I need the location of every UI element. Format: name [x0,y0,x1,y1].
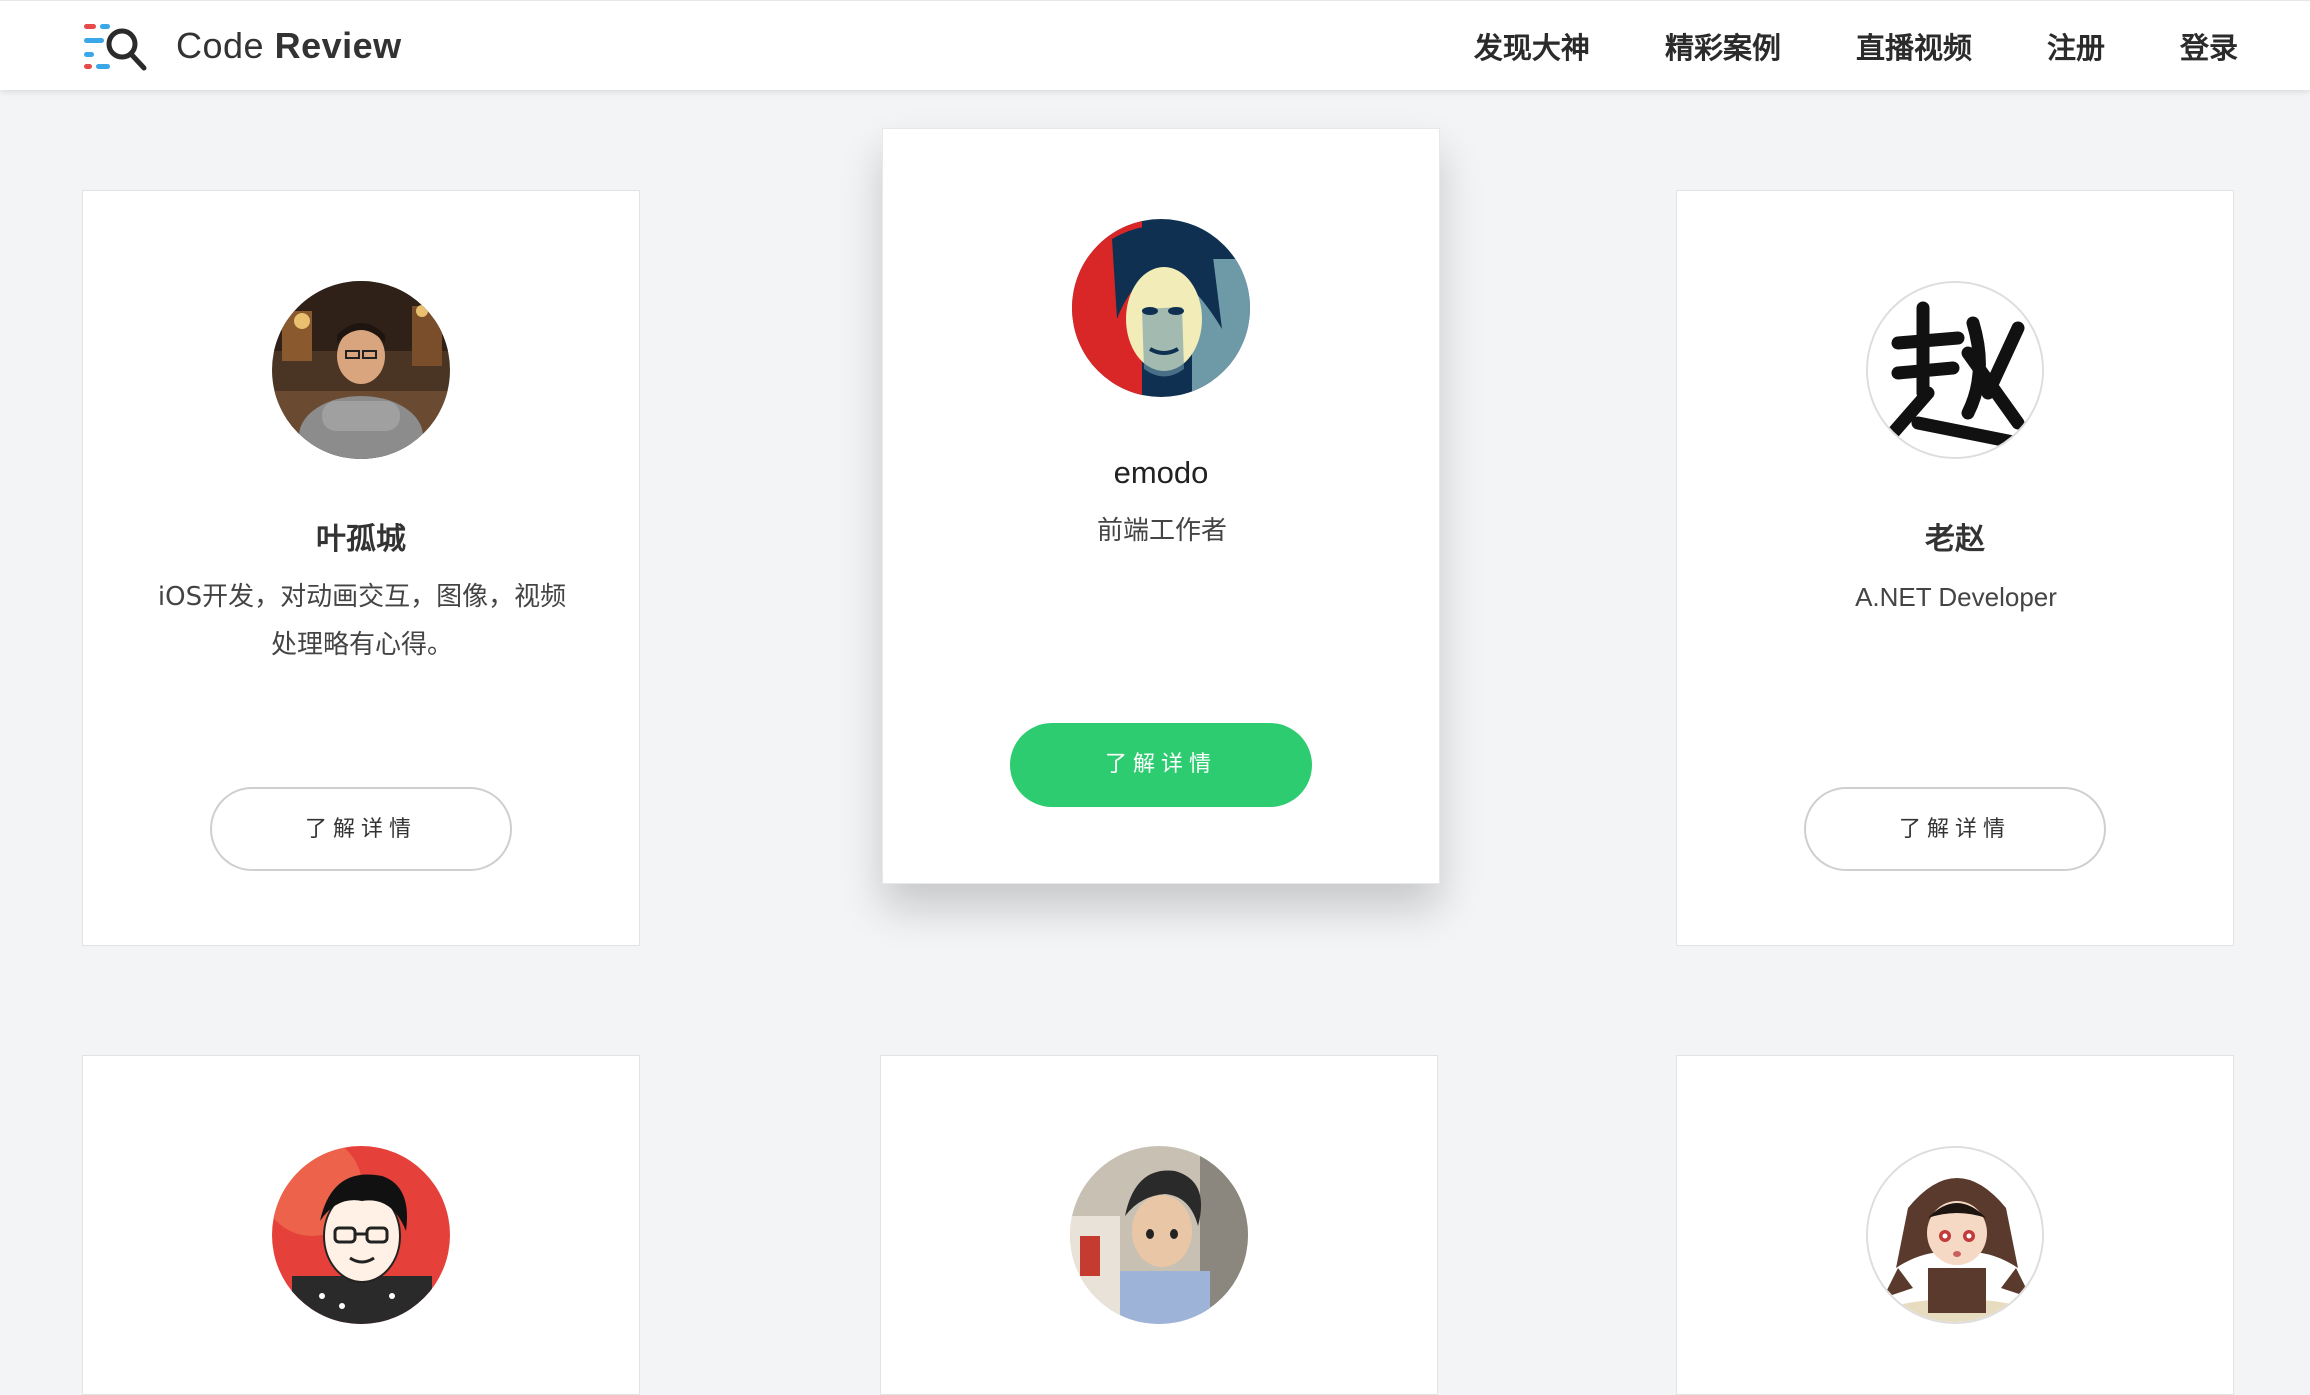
avatar[interactable] [272,1146,450,1324]
details-button[interactable]: 了解详情 [1804,787,2106,871]
expert-description: 前端工作者 [1096,516,1227,546]
logo[interactable]: Code Review [82,19,402,73]
expert-description: A.NET Developer [1855,582,2057,612]
expert-card: 叶孤城 iOS开发，对动画交互，图像，视频处理略有心得。 了解详情 [82,190,640,946]
top-navbar: Code Review 发现大神 精彩案例 直播视频 注册 登录 [0,0,2310,90]
expert-card [1676,1055,2234,1395]
avatar[interactable] [1070,1146,1248,1324]
details-button[interactable]: 了解详情 [1010,723,1312,807]
logo-icon [84,24,147,71]
logo-text: Code Review [176,25,402,66]
expert-card [880,1055,1438,1395]
expert-card [82,1055,640,1395]
avatar[interactable] [272,281,450,459]
expert-card-featured: emodo 前端工作者 了解详情 [882,128,1440,884]
avatar-calligraphy-image [1868,283,2042,457]
avatar-cartoon-image [272,1146,450,1324]
main-nav: 发现大神 精彩案例 直播视频 注册 登录 [1399,1,2238,91]
details-button[interactable]: 了解详情 [210,787,512,871]
avatar[interactable] [1866,1146,2044,1324]
nav-live-video[interactable]: 直播视频 [1856,25,1972,67]
expert-description: iOS开发，对动画交互，图像，视频处理略有心得。 [157,582,567,660]
nav-discover[interactable]: 发现大神 [1474,25,1590,67]
expert-name: emodo [1113,455,1209,490]
avatar-photo-image [272,281,450,459]
nav-register[interactable]: 注册 [2047,25,2105,67]
nav-login[interactable]: 登录 [2180,25,2238,67]
avatar[interactable] [1072,219,1250,397]
nav-cases[interactable]: 精彩案例 [1665,25,1781,67]
avatar-cartoon-girl-image [1868,1148,2042,1322]
avatar-poster-image [1072,219,1250,397]
avatar-3d-image [1070,1146,1248,1324]
expert-name: 叶孤城 [316,522,406,557]
expert-card: 老赵 A.NET Developer 了解详情 [1676,190,2234,946]
expert-name: 老赵 [1925,522,1985,557]
avatar[interactable] [1866,281,2044,459]
